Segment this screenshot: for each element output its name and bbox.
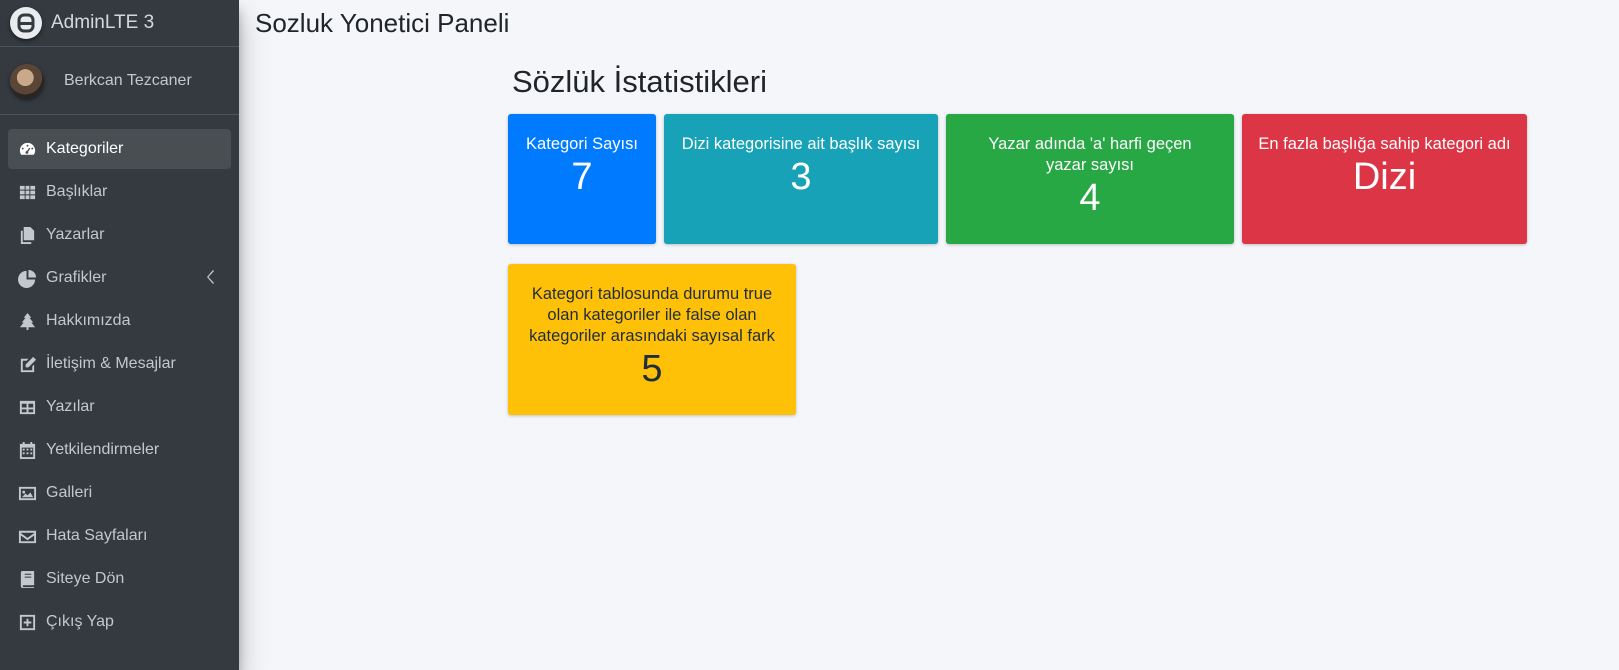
user-avatar xyxy=(10,63,44,98)
stat-label: Kategori tablosunda durumu true olan kat… xyxy=(529,285,775,345)
sidebar-item-label: Çıkış Yap xyxy=(46,613,114,630)
brand-link[interactable]: AdminLTE 3 xyxy=(0,0,239,47)
sidebar-item-galleri[interactable]: Galleri xyxy=(8,473,231,513)
sidebar-item-hakkimizda[interactable]: Hakkımızda xyxy=(8,301,231,341)
sidebar-item-label: Hata Sayfaları xyxy=(46,527,148,544)
section-title: Sözlük İstatistikleri xyxy=(512,64,767,99)
stat-value: 7 xyxy=(571,156,593,198)
stat-label: En fazla başlığa sahip kategori adı xyxy=(1258,135,1511,153)
stat-card-yazar-a-harfi: Yazar adında 'a' harfi geçen yazar sayıs… xyxy=(946,114,1234,244)
sidebar-item-label: İletişim & Mesajlar xyxy=(46,355,176,372)
stat-label: Kategori Sayısı xyxy=(526,135,638,153)
stat-card-kategori-sayisi: Kategori Sayısı 7 xyxy=(508,114,656,244)
sidebar-item-cikis-yap[interactable]: Çıkış Yap xyxy=(8,602,231,642)
stat-label: Yazar adında 'a' harfi geçen yazar sayıs… xyxy=(988,135,1192,174)
stat-card-dizi-baslik-sayisi: Dizi kategorisine ait başlık sayısı 3 xyxy=(664,114,938,244)
tachometer-icon xyxy=(17,139,37,159)
sidebar-item-label: Galleri xyxy=(46,484,93,501)
sidebar-item-basliklar[interactable]: Başlıklar xyxy=(8,172,231,212)
stat-value: 3 xyxy=(790,156,812,198)
sidebar-item-kategoriler[interactable]: Kategoriler xyxy=(8,129,231,169)
edit-icon xyxy=(17,354,37,374)
sidebar-item-label: Kategoriler xyxy=(46,140,124,157)
main-sidebar: AdminLTE 3 Berkcan Tezcaner Kategoriler … xyxy=(0,0,239,670)
stat-value: 4 xyxy=(1079,177,1101,219)
sidebar-item-label: Siteye Dön xyxy=(46,570,125,587)
sidebar-item-grafikler[interactable]: Grafikler xyxy=(8,258,231,298)
table-icon xyxy=(17,397,37,417)
plus-square-icon xyxy=(17,612,37,632)
calendar-icon xyxy=(17,440,37,460)
sidebar-item-label: Yetkilendirmeler xyxy=(46,441,160,458)
envelope-icon xyxy=(17,526,37,546)
page-title: Sozluk Yonetici Paneli xyxy=(255,8,510,38)
stat-card-durum-farki: Kategori tablosunda durumu true olan kat… xyxy=(508,264,796,415)
sidebar-item-label: Yazarlar xyxy=(46,226,105,243)
stat-value: 5 xyxy=(641,348,663,390)
sidebar-nav: Kategoriler Başlıklar Yazarlar Grafikler xyxy=(0,115,239,642)
user-name[interactable]: Berkcan Tezcaner xyxy=(64,72,192,90)
pie-chart-icon xyxy=(17,268,37,288)
chevron-left-icon[interactable] xyxy=(207,270,215,284)
sidebar-item-hata-sayfalari[interactable]: Hata Sayfaları xyxy=(8,516,231,556)
copy-icon xyxy=(17,225,37,245)
stat-value: Dizi xyxy=(1352,156,1417,198)
sidebar-item-siteye-don[interactable]: Siteye Dön xyxy=(8,559,231,599)
sidebar-item-label: Hakkımızda xyxy=(46,312,131,329)
sidebar-item-label: Grafikler xyxy=(46,269,107,286)
sidebar-item-yazilar[interactable]: Yazılar xyxy=(8,387,231,427)
book-icon xyxy=(17,569,37,589)
sidebar-item-label: Başlıklar xyxy=(46,183,108,200)
image-icon xyxy=(17,483,37,503)
tree-icon xyxy=(17,311,37,331)
stat-label: Dizi kategorisine ait başlık sayısı xyxy=(681,135,921,153)
user-panel[interactable]: Berkcan Tezcaner xyxy=(0,47,239,115)
adminlte-logo-icon xyxy=(10,7,42,39)
sidebar-item-label: Yazılar xyxy=(46,398,95,415)
sidebar-item-iletisim[interactable]: İletişim & Mesajlar xyxy=(8,344,231,384)
sidebar-item-yazarlar[interactable]: Yazarlar xyxy=(8,215,231,255)
stat-card-en-fazla-baslik-kategori: En fazla başlığa sahip kategori adı Dizi xyxy=(1242,114,1527,244)
brand-text: AdminLTE 3 xyxy=(51,12,155,33)
sidebar-item-yetkilendirmeler[interactable]: Yetkilendirmeler xyxy=(8,430,231,470)
grid-icon xyxy=(17,182,37,202)
